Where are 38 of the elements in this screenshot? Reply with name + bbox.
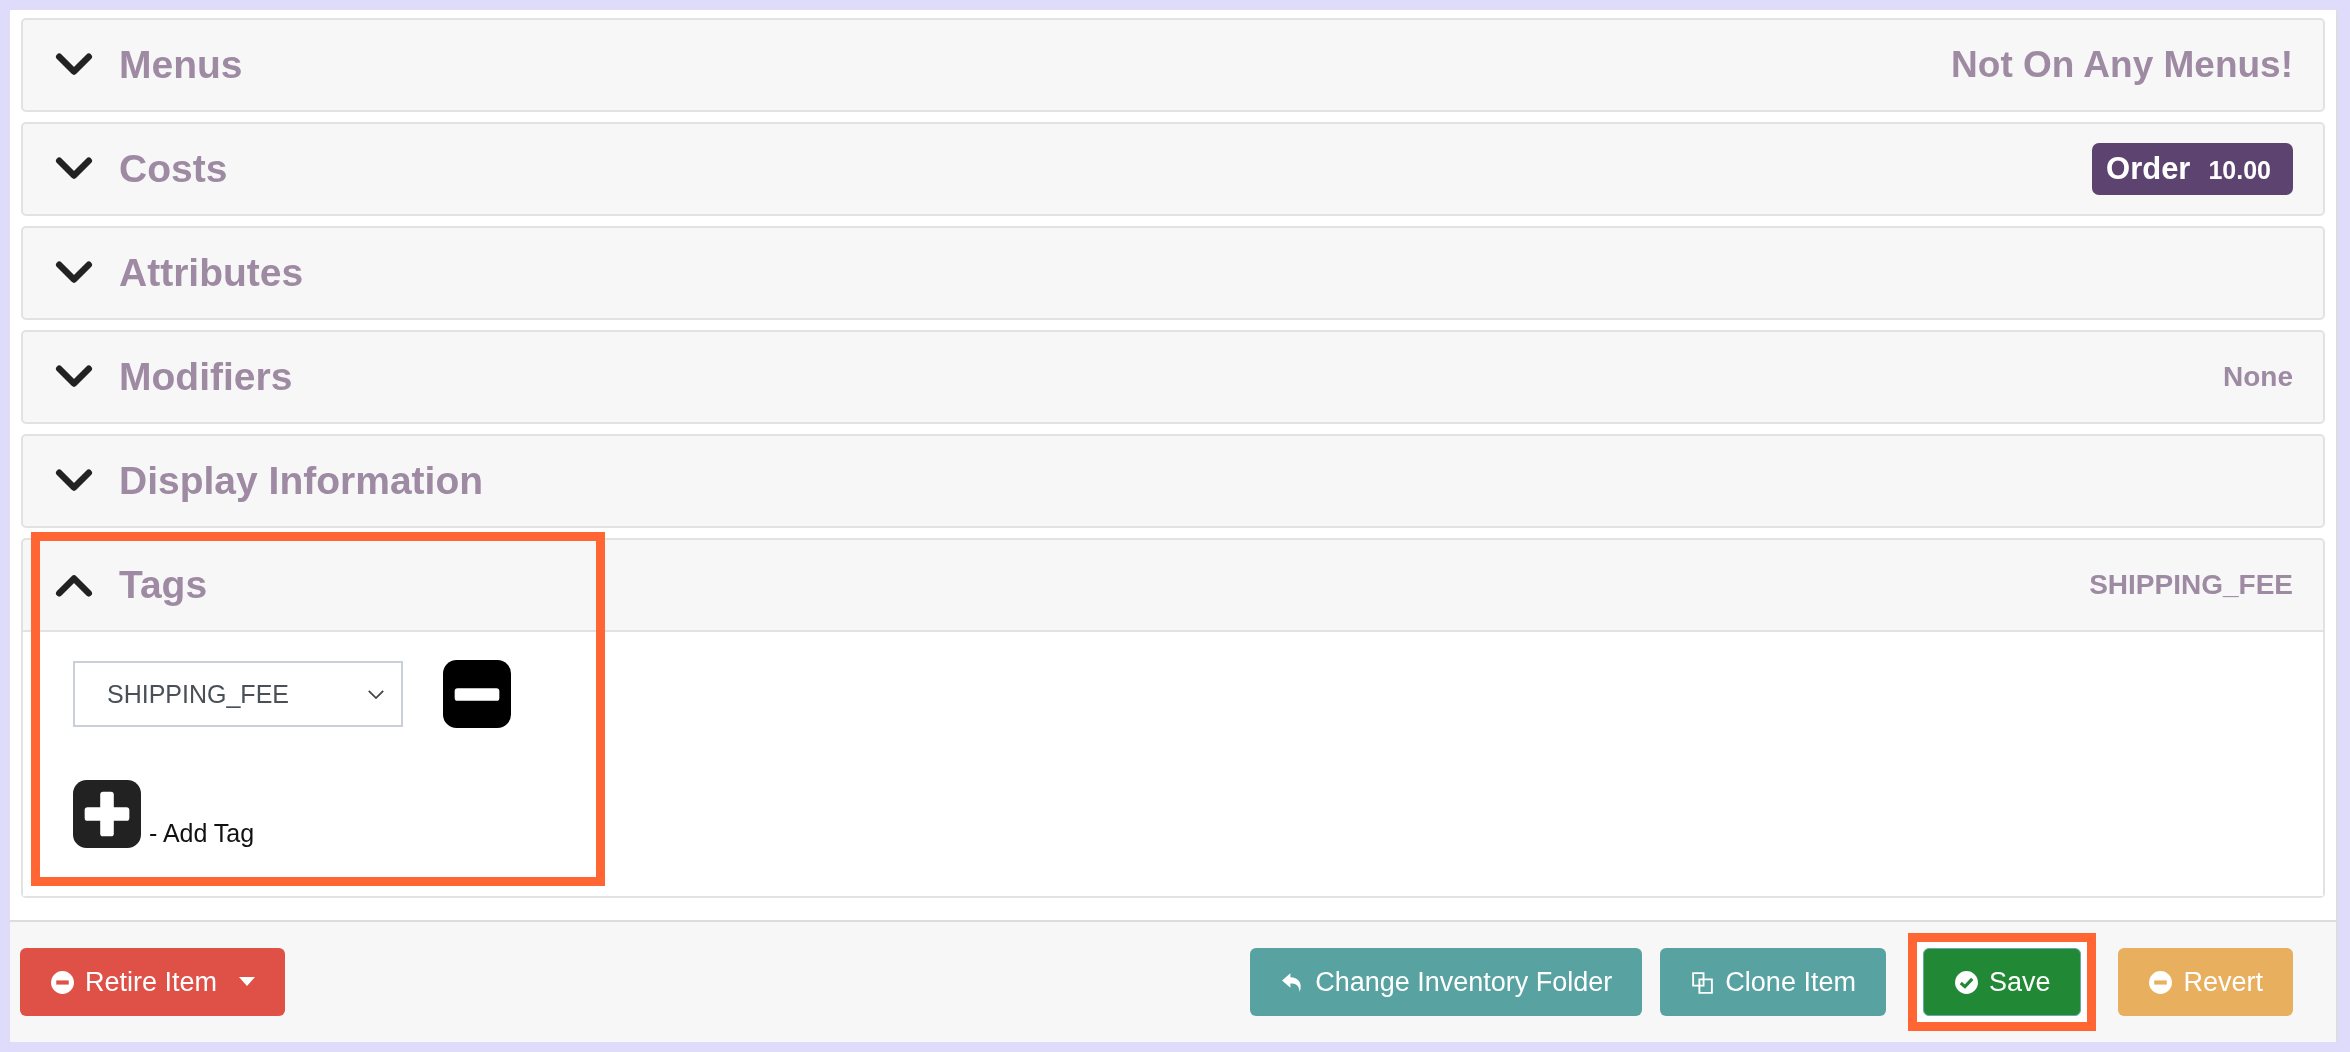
panel-summary: None xyxy=(2223,361,2293,393)
chevron-icon xyxy=(55,573,93,597)
panel-title: Costs xyxy=(119,147,229,191)
footer-button[interactable]: Change Inventory Folder xyxy=(1250,948,1643,1016)
footer-button[interactable]: Clone Item xyxy=(1660,948,1886,1016)
panel-title: Attributes xyxy=(119,251,305,295)
minus-circle-icon xyxy=(2148,969,2174,995)
panel-header[interactable]: Tags SHIPPING_FEE xyxy=(23,540,2323,630)
panel-header[interactable]: Display Information xyxy=(23,436,2323,526)
panel-header[interactable]: Menus Not On Any Menus! xyxy=(23,20,2323,110)
check-circle-icon xyxy=(1953,969,1979,995)
copy-icon xyxy=(1690,969,1716,995)
add-tag-label[interactable]: - Add Tag xyxy=(149,819,255,848)
chevron-icon xyxy=(55,365,93,389)
badge-value: 10.00 xyxy=(2208,156,2271,185)
chevron-icon xyxy=(55,157,93,181)
panel-title: Menus xyxy=(119,43,244,87)
panel-header[interactable]: Modifiers None xyxy=(23,332,2323,422)
retire-button[interactable]: Retire Item xyxy=(20,948,286,1016)
chevron-icon xyxy=(55,261,93,285)
panel-summary: Not On Any Menus! xyxy=(1951,44,2293,86)
caret-icon xyxy=(367,688,385,700)
panel-header[interactable]: Costs Order 10.00 xyxy=(23,124,2323,214)
minus-circle-icon xyxy=(50,969,75,995)
add-tag-icon[interactable] xyxy=(73,780,141,848)
panel-summary: SHIPPING_FEE xyxy=(2089,569,2293,601)
chevron-icon xyxy=(55,469,93,493)
chevron-icon xyxy=(55,53,93,77)
panel-title: Display Information xyxy=(119,459,485,503)
caret-icon xyxy=(239,977,256,987)
panel-title: Tags xyxy=(119,563,209,607)
panel-title: Modifiers xyxy=(119,355,294,399)
footer-button[interactable]: Revert xyxy=(2118,948,2293,1016)
footer-button[interactable]: Save xyxy=(1922,948,2082,1016)
tag-select[interactable]: SHIPPING_FEE xyxy=(73,661,403,727)
badge-label: Order xyxy=(2106,151,2191,187)
remove-tag-icon[interactable] xyxy=(443,660,511,728)
panel-header[interactable]: Attributes xyxy=(23,228,2323,318)
